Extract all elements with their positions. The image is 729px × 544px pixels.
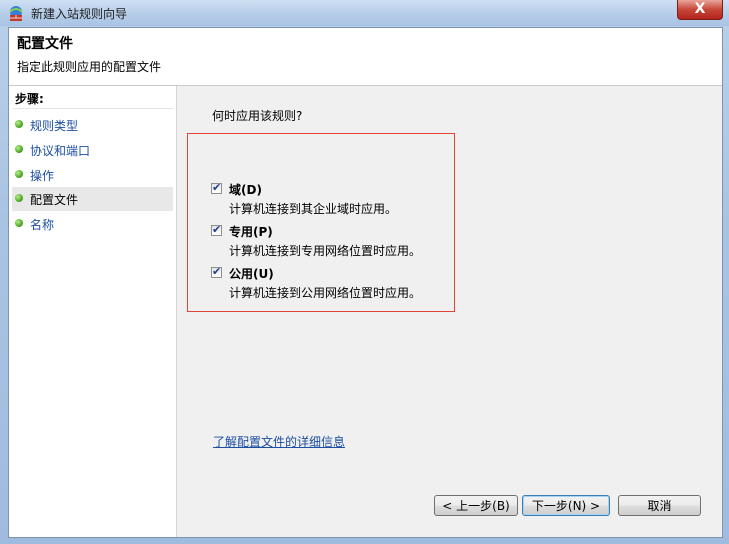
public-label: 公用(U) [229, 267, 274, 281]
step-bullet-icon [15, 145, 23, 153]
private-label: 专用(P) [229, 225, 273, 239]
title-bar[interactable]: 新建入站规则向导 X [0, 0, 729, 26]
page-title: 配置文件 [17, 36, 73, 52]
step-label: 配置文件 [30, 193, 79, 207]
main-panel: 何时应用该规则? 域(D) 计算机连接到其企业域时应用。 专用(P) 计算机连接… [177, 86, 722, 537]
wizard-client: 配置文件 指定此规则应用的配置文件 步骤: 规则类型 协议和端口 操作 配置文件 [8, 27, 723, 538]
steps-title: 步骤: [15, 92, 44, 106]
question-text: 何时应用该规则? [212, 109, 303, 123]
step-protocol-ports[interactable]: 协议和端口 [12, 138, 173, 162]
step-label: 名称 [30, 218, 55, 232]
domain-label: 域(D) [229, 183, 262, 197]
wizard-window: 新建入站规则向导 X 配置文件 指定此规则应用的配置文件 步骤: 规则类型 协议… [0, 0, 729, 544]
step-name[interactable]: 名称 [12, 212, 173, 236]
next-button[interactable]: 下一步(N) > [522, 495, 610, 516]
step-label: 规则类型 [30, 119, 79, 133]
step-bullet-icon [15, 170, 23, 178]
private-description: 计算机连接到专用网络位置时应用。 [229, 244, 422, 258]
page-subtitle: 指定此规则应用的配置文件 [17, 60, 162, 74]
firewall-icon [9, 6, 23, 21]
back-button[interactable]: < 上一步(B) [434, 495, 518, 516]
steps-sidebar: 步骤: 规则类型 协议和端口 操作 配置文件 名称 [9, 86, 177, 537]
step-label: 操作 [30, 169, 55, 183]
close-button[interactable]: X [677, 0, 723, 20]
domain-description: 计算机连接到其企业域时应用。 [229, 202, 398, 216]
step-profile[interactable]: 配置文件 [12, 187, 173, 211]
cancel-button[interactable]: 取消 [618, 495, 701, 516]
learn-more-link[interactable]: 了解配置文件的详细信息 [213, 433, 345, 450]
domain-checkbox[interactable] [211, 181, 222, 194]
step-bullet-icon [15, 120, 23, 128]
step-bullet-icon [15, 194, 23, 202]
window-title: 新建入站规则向导 [31, 7, 128, 21]
private-checkbox[interactable] [211, 223, 222, 236]
steps-divider [13, 108, 173, 109]
step-rule-type[interactable]: 规则类型 [12, 113, 173, 137]
public-checkbox[interactable] [211, 265, 222, 278]
step-action[interactable]: 操作 [12, 163, 173, 187]
public-description: 计算机连接到公用网络位置时应用。 [229, 286, 422, 300]
step-label: 协议和端口 [30, 144, 91, 158]
step-bullet-icon [15, 219, 23, 227]
wizard-header: 配置文件 指定此规则应用的配置文件 [9, 28, 722, 86]
